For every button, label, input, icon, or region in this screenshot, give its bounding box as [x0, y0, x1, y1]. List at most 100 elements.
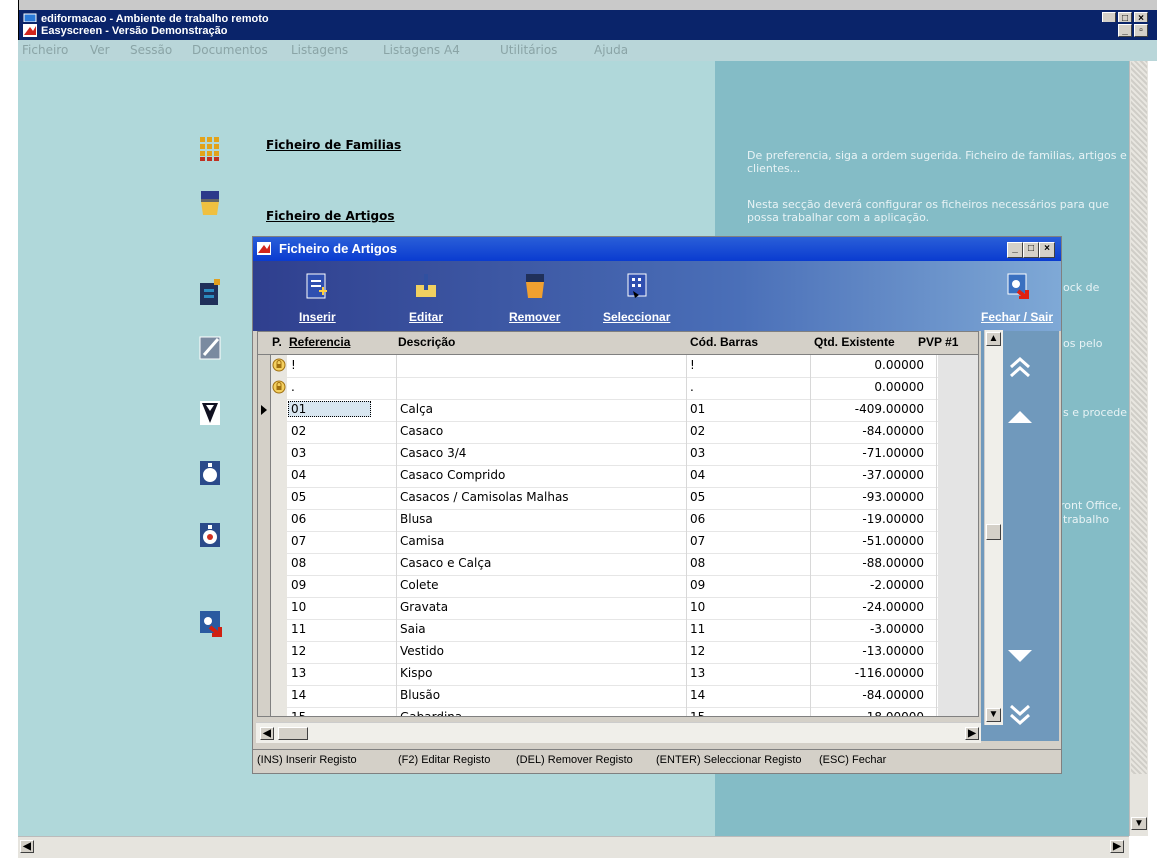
row-indicator[interactable] [258, 465, 271, 487]
row-indicator[interactable] [258, 509, 271, 531]
table-row[interactable]: 12 Vestido 12 -13.00000 [258, 641, 978, 664]
row-indicator[interactable] [258, 487, 271, 509]
row-indicator[interactable] [258, 399, 271, 421]
row-indicator[interactable] [258, 707, 271, 716]
fechar-sair-label: Fechar / Sair [981, 310, 1054, 324]
row-indicator[interactable] [258, 421, 271, 443]
table-hscroll-thumb[interactable] [278, 727, 308, 740]
table-row[interactable]: 13 Kispo 13 -116.00000 [258, 663, 978, 686]
table-row[interactable]: 08 Casaco e Calça 08 -88.00000 [258, 553, 978, 576]
current-row-arrow-icon [261, 405, 267, 415]
table-row[interactable]: 15 Gabardina 15 -18.00000 [258, 707, 978, 716]
table-scroll-down-arrow[interactable]: ▼ [986, 708, 1001, 722]
editar-button[interactable]: Editar [409, 273, 443, 324]
dialog-minimize-button[interactable]: _ [1007, 242, 1023, 258]
menu-sessao[interactable]: Sessão [130, 43, 172, 57]
link-ficheiro-familias[interactable]: Ficheiro de Familias [266, 138, 401, 152]
row-indicator[interactable] [258, 377, 271, 399]
table-row[interactable]: 04 Casaco Comprido 04 -37.00000 [258, 465, 978, 488]
column-divider [810, 641, 811, 663]
table-row[interactable]: 03 Casaco 3/4 03 -71.00000 [258, 443, 978, 466]
menu-documentos[interactable]: Documentos [192, 43, 268, 57]
row-indicator[interactable] [258, 575, 271, 597]
artigos-box-icon[interactable] [198, 189, 222, 217]
clientes-doc-icon[interactable] [198, 279, 222, 307]
col-cod-barras[interactable]: Cód. Barras [690, 335, 758, 349]
column-divider [686, 487, 687, 509]
cell-cod-barras: 08 [690, 556, 706, 570]
fechar-sair-button[interactable]: Fechar / Sair [981, 273, 1053, 324]
link-ficheiro-artigos[interactable]: Ficheiro de Artigos [266, 209, 395, 223]
hscroll-left-arrow[interactable]: ◀ [20, 840, 34, 853]
edit-document-icon[interactable] [198, 333, 222, 361]
col-p[interactable]: P. [272, 335, 282, 349]
tuxedo-icon[interactable] [198, 399, 222, 427]
table-row[interactable]: 05 Casacos / Camisolas Malhas 05 -93.00000 [258, 487, 978, 510]
menu-utilitarios[interactable]: Utilitários [500, 43, 557, 57]
row-indicator[interactable] [258, 641, 271, 663]
cell-cod-barras: 11 [690, 622, 706, 636]
row-indicator[interactable] [258, 531, 271, 553]
col-qtd-existente[interactable]: Qtd. Existente [814, 335, 895, 349]
col-descricao[interactable]: Descrição [398, 335, 455, 349]
row-lock-cell [271, 443, 287, 465]
next-page-down-icon[interactable] [1006, 646, 1034, 666]
col-referencia[interactable]: Referencia [289, 335, 350, 349]
stopwatch-icon[interactable] [198, 459, 222, 487]
row-indicator[interactable] [258, 355, 271, 377]
seleccionar-button[interactable]: Seleccionar [603, 273, 670, 324]
table-row[interactable]: 02 Casaco 02 -84.00000 [258, 421, 978, 444]
app-minimize-button[interactable]: _ [1118, 24, 1132, 37]
inserir-button[interactable]: Inserir [299, 273, 336, 324]
app-restore-button[interactable]: ▫ [1134, 24, 1148, 37]
first-record-double-up-icon[interactable] [1008, 357, 1032, 379]
menu-listagens-a4[interactable]: Listagens A4 [383, 43, 460, 57]
row-lock-cell [271, 421, 287, 443]
cell-referencia: 08 [291, 556, 307, 570]
vscroll-track[interactable] [1131, 61, 1147, 774]
table-row[interactable]: 01 Calça 01 -409.00000 [258, 399, 978, 422]
timer-icon[interactable] [198, 521, 222, 549]
table-scroll-left-arrow[interactable]: ◀ [260, 727, 274, 740]
table-row[interactable]: .. 0.00000 [258, 377, 978, 400]
app-titlebar[interactable]: Easyscreen - Versão Demonstração _ ▫ [19, 22, 1157, 40]
table-scroll-up-arrow[interactable]: ▲ [986, 332, 1001, 346]
row-indicator[interactable] [258, 685, 271, 707]
table-row[interactable]: !! 0.00000 [258, 355, 978, 378]
row-indicator[interactable] [258, 597, 271, 619]
previous-page-up-icon[interactable] [1006, 407, 1034, 427]
table-vertical-scrollbar[interactable]: ▲ ▼ [984, 330, 1003, 725]
dialog-maximize-button[interactable]: □ [1023, 242, 1039, 258]
menu-listagens[interactable]: Listagens [291, 43, 348, 57]
remover-button[interactable]: Remover [509, 273, 560, 324]
exit-icon[interactable] [198, 609, 222, 637]
table-scroll-right-arrow[interactable]: ▶ [965, 727, 979, 740]
col-pvp1[interactable]: PVP #1 [918, 335, 958, 349]
dialog-close-button[interactable]: × [1039, 242, 1055, 258]
menu-ajuda[interactable]: Ajuda [594, 43, 628, 57]
table-row[interactable]: 09 Colete 09 -2.00000 [258, 575, 978, 598]
menu-ver[interactable]: Ver [90, 43, 110, 57]
cell-referencia: 07 [291, 534, 307, 548]
vscroll-down-arrow[interactable]: ▼ [1131, 817, 1147, 830]
row-indicator[interactable] [258, 553, 271, 575]
dialog-titlebar[interactable]: Ficheiro de Artigos _ □ × [253, 237, 1061, 261]
cell-referencia: 14 [291, 688, 307, 702]
table-row[interactable]: 10 Gravata 10 -24.00000 [258, 597, 978, 620]
last-record-double-down-icon[interactable] [1008, 703, 1032, 725]
table-horizontal-scrollbar[interactable]: ◀ ▶ [256, 722, 981, 743]
table-row[interactable]: 07 Camisa 07 -51.00000 [258, 531, 978, 554]
cell-cod-barras: 02 [690, 424, 706, 438]
row-indicator[interactable] [258, 443, 271, 465]
main-vertical-scrollbar[interactable]: ▼ [1129, 61, 1148, 836]
main-horizontal-scrollbar[interactable]: ◀ ▶ [18, 836, 1129, 858]
table-row[interactable]: 11 Saia 11 -3.00000 [258, 619, 978, 642]
table-scroll-thumb[interactable] [986, 524, 1001, 540]
familias-grid-icon[interactable] [198, 135, 222, 163]
menu-ficheiro[interactable]: Ficheiro [22, 43, 68, 57]
table-row[interactable]: 06 Blusa 06 -19.00000 [258, 509, 978, 532]
hscroll-right-arrow[interactable]: ▶ [1110, 840, 1124, 853]
row-indicator[interactable] [258, 619, 271, 641]
row-indicator[interactable] [258, 663, 271, 685]
table-row[interactable]: 14 Blusão 14 -84.00000 [258, 685, 978, 708]
